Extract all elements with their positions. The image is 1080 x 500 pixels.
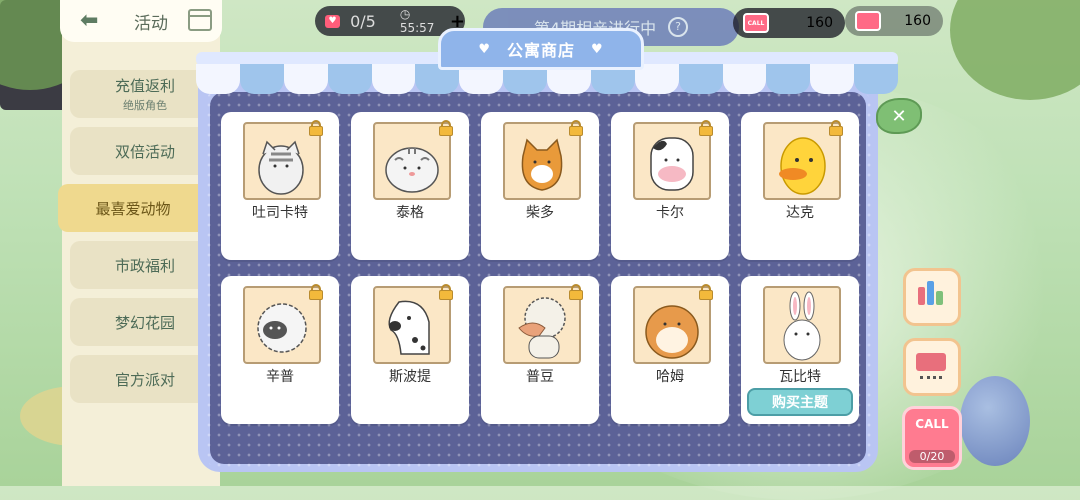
heart-letter-icon: ♥ bbox=[325, 14, 341, 28]
lock-icon bbox=[569, 284, 583, 300]
shop-card-poodle[interactable]: 普豆 bbox=[481, 276, 599, 424]
close-button[interactable]: ✕ bbox=[876, 98, 922, 134]
sidebar-item-label: 梦幻花园 bbox=[114, 313, 175, 332]
lock-icon bbox=[439, 284, 453, 300]
sidebar-item-label: 官方派对 bbox=[114, 370, 175, 389]
item-name: 达克 bbox=[786, 205, 814, 221]
shop-card-cow[interactable]: 卡尔 bbox=[611, 112, 729, 260]
item-name: 柴多 bbox=[526, 205, 554, 221]
heart-icon: ♥ bbox=[591, 41, 604, 57]
sidebar-title: 活动 bbox=[134, 14, 168, 34]
shop-card-shiba[interactable]: 柴多 bbox=[481, 112, 599, 260]
call-phone-icon: CALL bbox=[743, 13, 769, 33]
call-count: 0/20 bbox=[909, 450, 955, 463]
shopping-cart-button[interactable] bbox=[903, 338, 961, 396]
item-name: 辛普 bbox=[266, 369, 294, 385]
shop-title: 公寓商店 bbox=[506, 41, 575, 60]
shop-title-tab: ♥ 公寓商店 ♥ bbox=[438, 28, 644, 70]
shop-card-tiger[interactable]: 泰格 bbox=[351, 112, 469, 260]
sidebar-item-label: 双倍活动 bbox=[114, 142, 175, 161]
item-name: 瓦比特 bbox=[779, 369, 821, 385]
timer-value: 55:57 bbox=[399, 21, 435, 35]
call-currency-pill-secondary: 160 bbox=[845, 6, 943, 36]
sidebar-item-label: 市政福利 bbox=[114, 256, 175, 275]
item-name: 斯波提 bbox=[389, 369, 431, 385]
back-arrow-icon[interactable]: ⬅ bbox=[80, 8, 98, 33]
call-currency-pill: CALL 160 bbox=[733, 8, 845, 38]
lock-icon bbox=[309, 120, 323, 136]
bookshelf-icon bbox=[918, 281, 944, 305]
clock-icon: ◷ 55:57 bbox=[399, 7, 435, 35]
shop-card-dalmatian[interactable]: 斯波提 bbox=[351, 276, 469, 424]
hearts-count: 0/5 bbox=[350, 11, 376, 31]
item-name: 卡尔 bbox=[656, 205, 684, 221]
close-icon: ✕ bbox=[891, 105, 907, 127]
lock-icon bbox=[569, 120, 583, 136]
call-label: CALL bbox=[915, 417, 949, 431]
bookshelf-button[interactable] bbox=[903, 268, 961, 326]
heart-icon: ♥ bbox=[478, 41, 491, 57]
shop-card-rabbit[interactable]: 瓦比特 购买主题 bbox=[741, 276, 859, 424]
call-phone-icon bbox=[855, 11, 881, 31]
item-name: 吐司卡特 bbox=[252, 205, 308, 221]
shop-card-hamster[interactable]: 哈姆 bbox=[611, 276, 729, 424]
shopping-cart-icon bbox=[916, 353, 946, 379]
lock-icon bbox=[309, 284, 323, 300]
item-name: 泰格 bbox=[396, 205, 424, 221]
shop-card-sheep[interactable]: 辛普 bbox=[221, 276, 339, 424]
lock-icon bbox=[699, 120, 713, 136]
background-egg bbox=[960, 376, 1030, 466]
item-name: 普豆 bbox=[526, 369, 554, 385]
calendar-icon[interactable] bbox=[188, 9, 212, 31]
sidebar-item-label: 最喜爱动物 bbox=[95, 199, 171, 218]
lock-icon bbox=[829, 120, 843, 136]
shop-card-duck[interactable]: 达克 bbox=[741, 112, 859, 260]
shop-card-toast[interactable]: 吐司卡特 bbox=[221, 112, 339, 260]
rabbit-portrait bbox=[763, 286, 841, 364]
sidebar-item-sublabel: 绝版角色 bbox=[123, 99, 167, 112]
sidebar-header: ⬅ 活动 bbox=[60, 0, 222, 42]
call-currency-value: 160 bbox=[806, 15, 833, 31]
buy-theme-button[interactable]: 购买主题 bbox=[747, 388, 853, 416]
call-currency-value-secondary: 160 bbox=[904, 13, 931, 29]
call-button[interactable]: CALL 0/20 bbox=[902, 406, 962, 470]
sidebar-item-favorite-animal[interactable]: 最喜爱动物 bbox=[58, 184, 208, 232]
help-icon[interactable]: ? bbox=[668, 17, 689, 37]
lock-icon bbox=[699, 284, 713, 300]
lock-icon bbox=[439, 120, 453, 136]
sidebar-item-label: 充值返利 bbox=[114, 77, 175, 95]
item-name: 哈姆 bbox=[656, 369, 684, 385]
background-tree-right bbox=[950, 0, 1080, 100]
